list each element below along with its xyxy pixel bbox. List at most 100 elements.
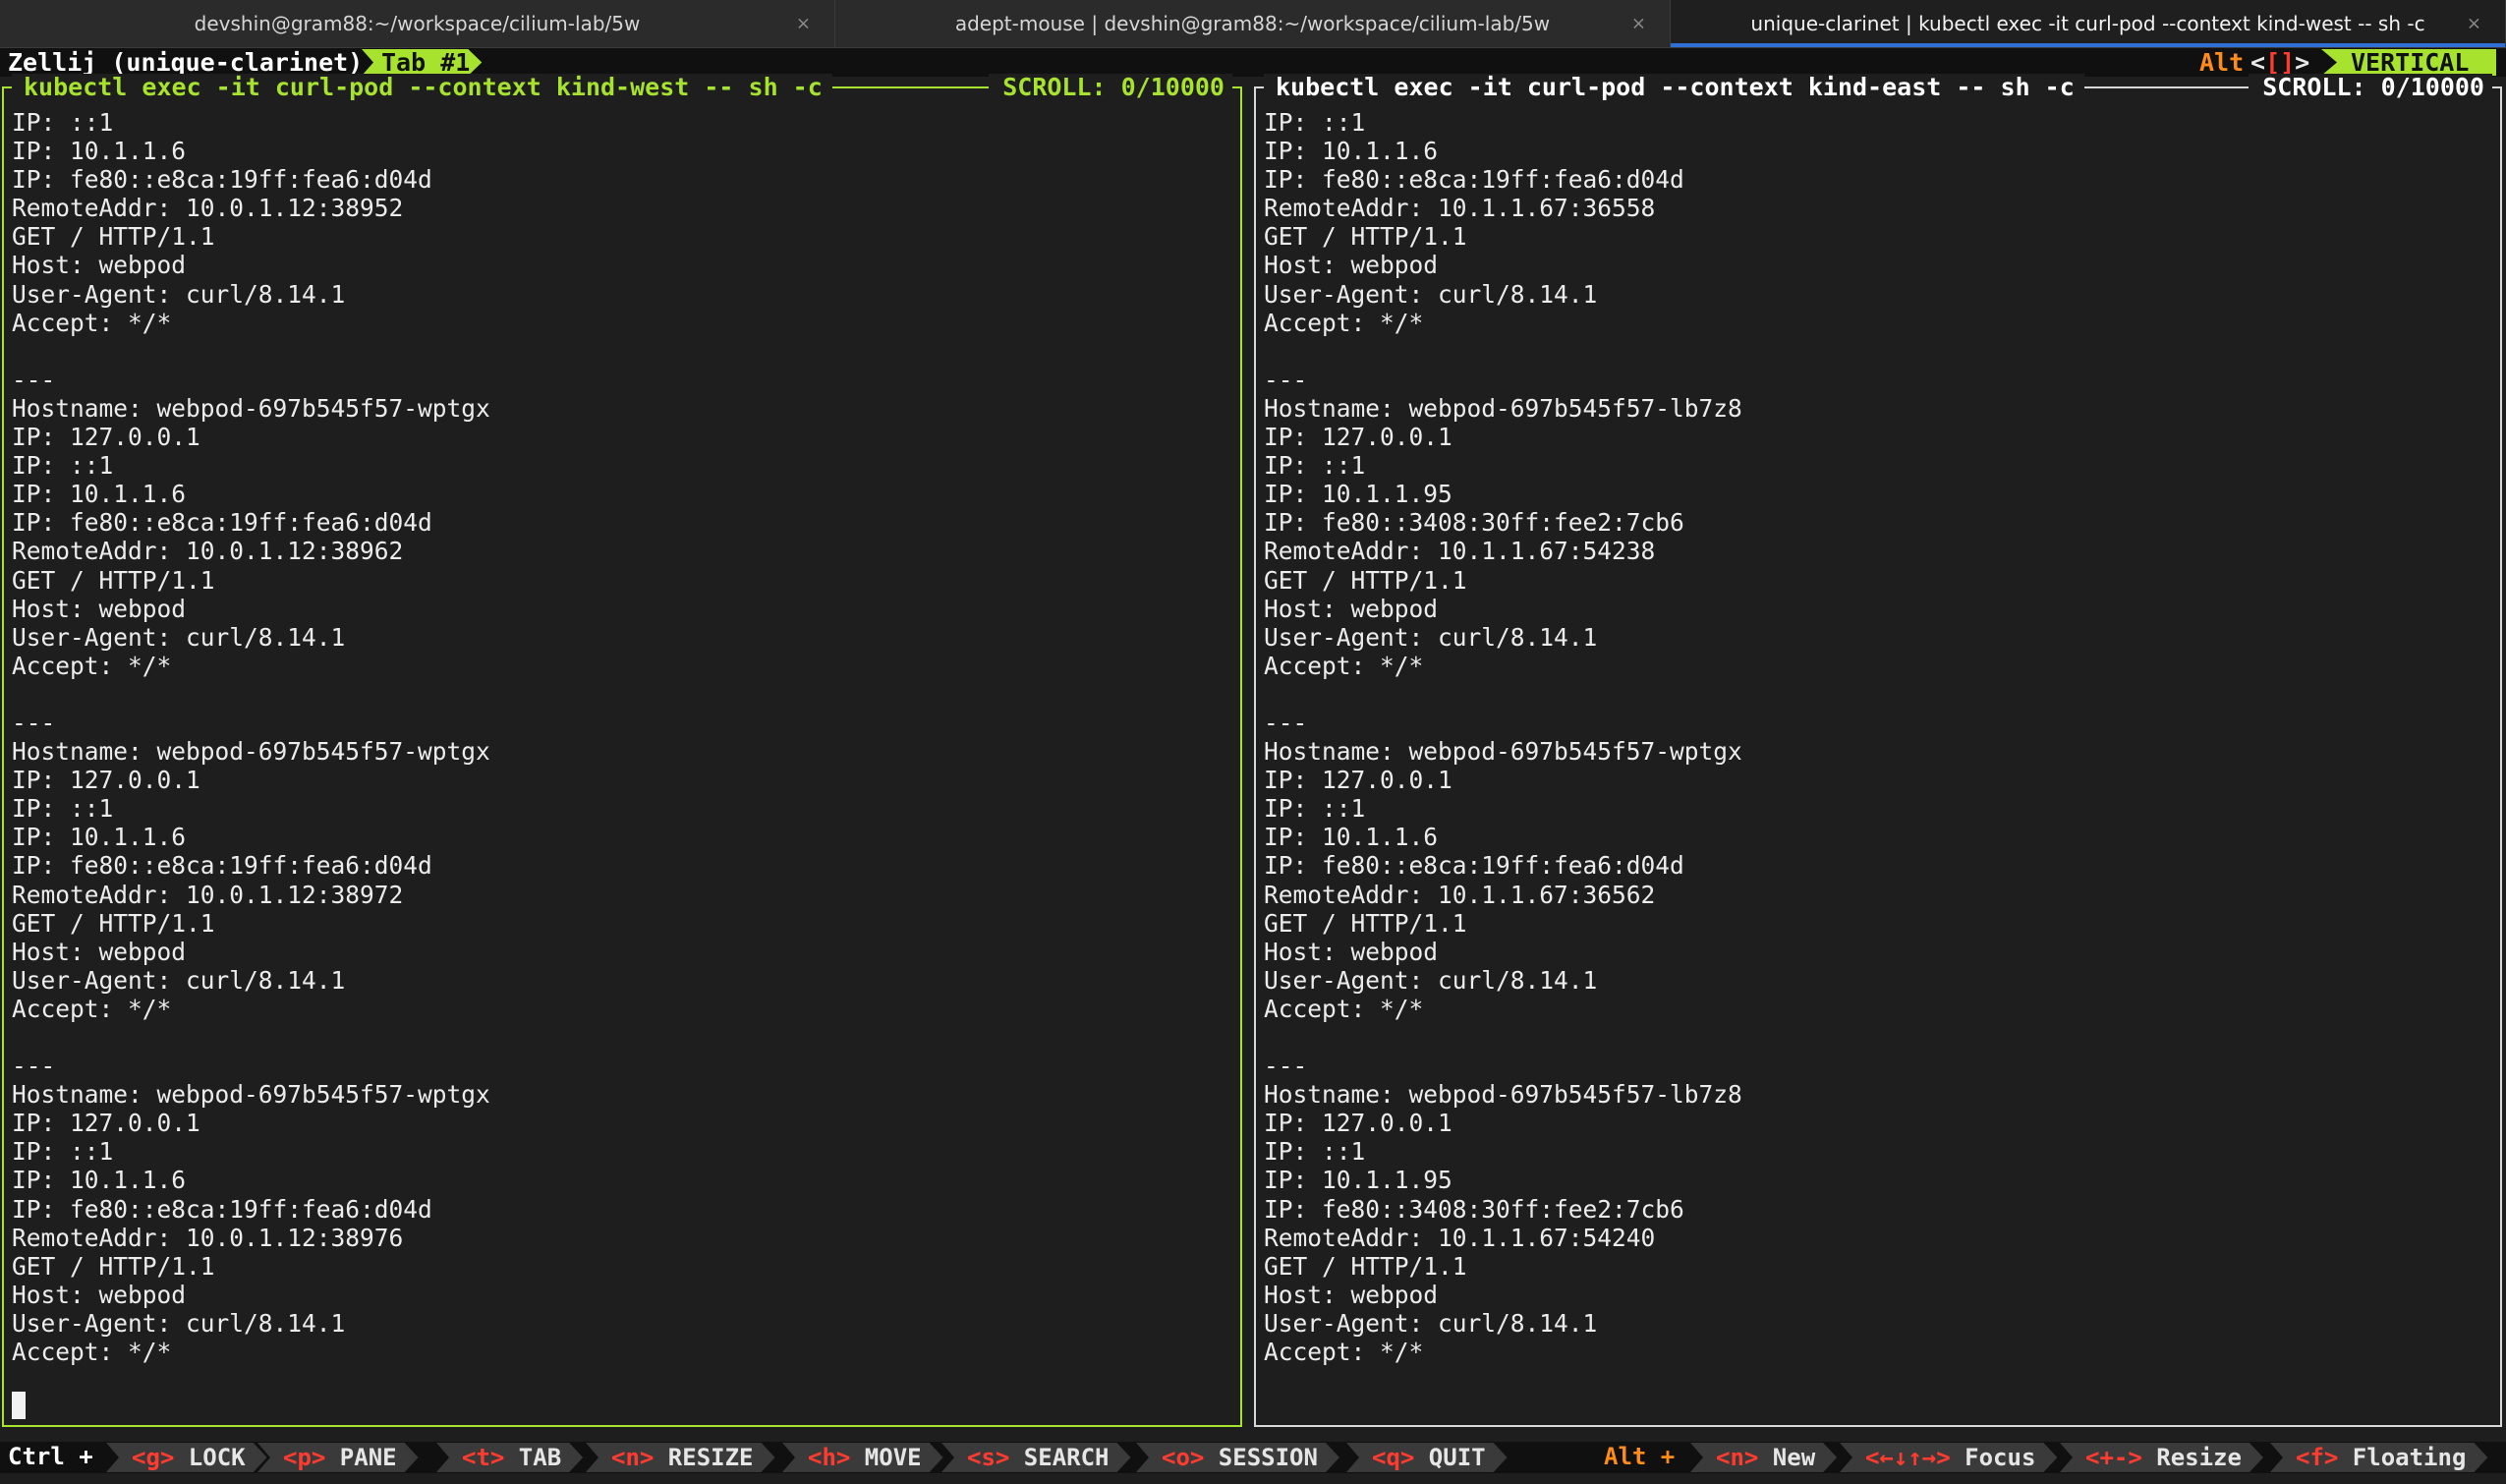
terminal-line: IP: 10.1.1.6: [12, 137, 187, 166]
key-hint-key: <q>: [1372, 1444, 1415, 1471]
key-hint-label: SEARCH: [1009, 1444, 1110, 1471]
terminal-line: ---: [1264, 708, 1308, 737]
terminal-line: Hostname: webpod-697b545f57-wptgx: [1264, 737, 1742, 767]
terminal-line: IP: fe80::e8ca:19ff:fea6:d04d: [12, 165, 432, 195]
terminal-pane-west[interactable]: kubectl exec -it curl-pod --context kind…: [2, 74, 1242, 1427]
terminal-line: Accept: */*: [1264, 994, 1424, 1023]
terminal-line: Host: webpod: [12, 251, 187, 280]
window-tab-strip: devshin@gram88:~/workspace/cilium-lab/5w…: [0, 0, 2506, 48]
key-hint-label: Focus: [1950, 1444, 2036, 1471]
terminal-line: IP: ::1: [12, 108, 114, 137]
terminal-line: ---: [12, 1052, 56, 1081]
terminal-pane-east[interactable]: kubectl exec -it curl-pod --context kind…: [1254, 74, 2502, 1427]
terminal-line: IP: ::1: [1264, 451, 1366, 481]
keybinding-hint-bar: Ctrl + Alt + <g> LOCK <p> PANE <t> TAB <n> …: [0, 1442, 2506, 1473]
terminal-line: Accept: */*: [12, 1338, 172, 1367]
terminal-line: Host: webpod: [12, 937, 187, 966]
terminal-cursor: [12, 1392, 26, 1419]
pane-title: kubectl exec -it curl-pod --context kind…: [1264, 74, 2084, 101]
terminal-line: RemoteAddr: 10.1.1.67:54240: [1264, 1223, 1656, 1252]
scroll-indicator: SCROLL: 0/10000: [989, 74, 1232, 101]
terminal-line: Hostname: webpod-697b545f57-lb7z8: [1264, 393, 1742, 423]
terminal-line: IP: ::1: [12, 794, 114, 824]
terminal-line: Accept: */*: [12, 308, 172, 337]
layout-indicator[interactable]: VERTICAL: [2321, 49, 2497, 76]
terminal-line: IP: ::1: [12, 1137, 114, 1167]
window-tab-3-active[interactable]: unique-clarinet | kubectl exec -it curl-…: [1671, 0, 2506, 47]
terminal-line: Host: webpod: [1264, 251, 1439, 280]
terminal-line: IP: ::1: [1264, 794, 1366, 824]
key-hint-lock[interactable]: <g> LOCK: [106, 1443, 267, 1472]
terminal-line: IP: 127.0.0.1: [1264, 423, 1452, 452]
alt-label: Alt: [2199, 48, 2245, 77]
key-hint-key: <t>: [462, 1444, 505, 1471]
key-hint-pane[interactable]: <p> PANE: [257, 1443, 419, 1472]
terminal-line: IP: 127.0.0.1: [12, 766, 200, 795]
terminal-line: IP: 10.1.1.6: [1264, 823, 1439, 852]
terminal-line: RemoteAddr: 10.0.1.12:38952: [12, 194, 404, 223]
terminal-line: GET / HTTP/1.1: [1264, 1251, 1467, 1281]
key-hint-search[interactable]: <s> SEARCH: [941, 1443, 1131, 1472]
terminal-line: Hostname: webpod-697b545f57-wptgx: [12, 393, 490, 423]
tab-1[interactable]: Tab #1: [362, 49, 482, 76]
window-tab-title: adept-mouse | devshin@gram88:~/workspace…: [954, 12, 1551, 35]
terminal-line: Host: webpod: [12, 1280, 187, 1309]
terminal-line: Accept: */*: [1264, 308, 1424, 337]
key-hint-key: <n>: [1716, 1444, 1759, 1471]
terminal-line: Accept: */*: [1264, 1338, 1424, 1367]
terminal-line: Host: webpod: [1264, 937, 1439, 966]
key-hint-focus[interactable]: <←↓↑→> Focus: [1840, 1443, 2057, 1472]
close-icon[interactable]: ×: [1631, 14, 1646, 34]
terminal-line: IP: ::1: [12, 451, 114, 481]
scroll-indicator: SCROLL: 0/10000: [2249, 74, 2492, 101]
terminal-line: Accept: */*: [12, 994, 172, 1023]
window-tab-2[interactable]: adept-mouse | devshin@gram88:~/workspace…: [835, 0, 1671, 47]
terminal-output: IP: ::1 IP: 10.1.1.6 IP: fe80::e8ca:19ff:f…: [12, 108, 1232, 1366]
key-hint-label: Resize: [2141, 1444, 2242, 1471]
terminal-line: GET / HTTP/1.1: [1264, 908, 1467, 938]
terminal-line: IP: fe80::3408:30ff:fee2:7cb6: [1264, 508, 1684, 538]
key-hint-label: SESSION: [1204, 1444, 1318, 1471]
key-hint-key: <n>: [611, 1444, 655, 1471]
key-hint-label: MOVE: [850, 1444, 922, 1471]
key-hint-tab[interactable]: <t> TAB: [436, 1443, 583, 1472]
pane-title-bar: kubectl exec -it curl-pod --context kind…: [12, 74, 1232, 101]
key-hint-key: <←↓↑→>: [1865, 1444, 1951, 1471]
terminal-line: Hostname: webpod-697b545f57-wptgx: [12, 1080, 490, 1110]
terminal-line: IP: ::1: [1264, 1137, 1366, 1167]
terminal-line: IP: 10.1.1.95: [1264, 1166, 1452, 1195]
terminal-line: User-Agent: curl/8.14.1: [12, 279, 346, 309]
close-icon[interactable]: ×: [2467, 14, 2481, 34]
window-tab-1[interactable]: devshin@gram88:~/workspace/cilium-lab/5w…: [0, 0, 835, 47]
terminal-line: GET / HTTP/1.1: [12, 1251, 215, 1281]
key-hint-key: <f>: [2296, 1444, 2339, 1471]
terminal-line: IP: 10.1.1.6: [12, 1166, 187, 1195]
terminal-line: IP: 127.0.0.1: [12, 1109, 200, 1138]
alt-label: Alt +: [1604, 1443, 1676, 1470]
key-hint-new[interactable]: <n> New: [1690, 1443, 1837, 1472]
key-hint-resize[interactable]: <n> RESIZE: [586, 1443, 775, 1472]
terminal-line: IP: 127.0.0.1: [12, 423, 200, 452]
key-hint-session[interactable]: <o> SESSION: [1136, 1443, 1339, 1472]
terminal-line: ---: [1264, 365, 1308, 394]
key-hint-quit[interactable]: <q> QUIT: [1346, 1443, 1508, 1472]
key-hint-floating[interactable]: <f> Floating: [2270, 1443, 2487, 1472]
key-hint-label: RESIZE: [654, 1444, 754, 1471]
terminal-line: IP: fe80::e8ca:19ff:fea6:d04d: [12, 851, 432, 881]
key-hint-resize[interactable]: <+-> Resize: [2060, 1443, 2263, 1472]
terminal-line: User-Agent: curl/8.14.1: [1264, 965, 1598, 995]
terminal-line: IP: fe80::e8ca:19ff:fea6:d04d: [1264, 851, 1684, 881]
terminal-line: GET / HTTP/1.1: [12, 565, 215, 595]
key-hint-key: <+->: [2085, 1444, 2142, 1471]
key-hint-move[interactable]: <h> MOVE: [782, 1443, 943, 1472]
terminal-line: GET / HTTP/1.1: [1264, 222, 1467, 252]
key-hint-label: QUIT: [1414, 1444, 1486, 1471]
terminal-line: Accept: */*: [12, 651, 172, 680]
close-icon[interactable]: ×: [796, 14, 811, 34]
terminal-line: RemoteAddr: 10.0.1.12:38962: [12, 537, 404, 566]
